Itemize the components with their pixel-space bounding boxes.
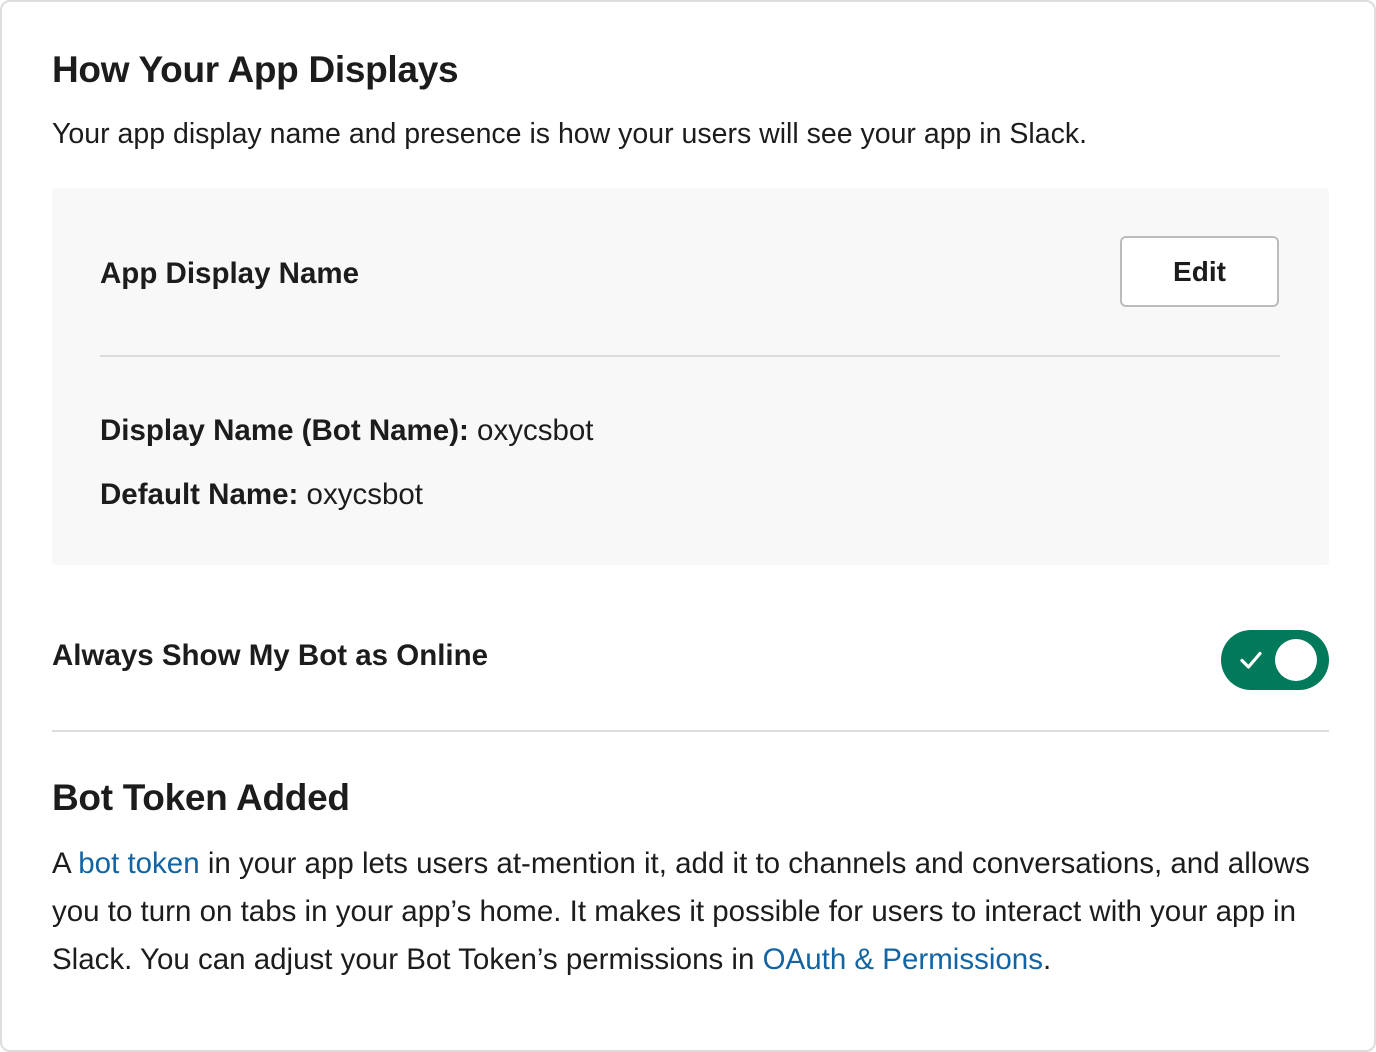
divider: [100, 355, 1280, 357]
app-display-card: How Your App Displays Your app display n…: [0, 0, 1376, 1052]
default-name-label: Default Name:: [100, 478, 299, 511]
always-online-label: Always Show My Bot as Online: [52, 639, 489, 672]
display-name-value: oxycsbot: [468, 414, 594, 447]
app-display-name-heading: App Display Name: [100, 257, 360, 290]
check-icon: [1240, 651, 1262, 669]
default-name-row: Default Name: oxycsbot: [100, 475, 423, 515]
default-name-value: oxycsbot: [298, 478, 423, 511]
bot-token-text-2: in your app lets users at-mention it, ad…: [52, 847, 1310, 976]
display-name-row: Display Name (Bot Name): oxycsbot: [100, 411, 593, 451]
edit-button[interactable]: Edit: [1120, 236, 1279, 307]
display-name-label: Display Name (Bot Name):: [100, 414, 469, 447]
section-divider: [52, 730, 1329, 732]
bot-token-text-3: .: [1042, 943, 1052, 976]
section-description: Your app display name and presence is ho…: [52, 118, 1088, 150]
section-title-how-your-app-displays: How Your App Displays: [52, 49, 459, 90]
always-online-toggle[interactable]: [1221, 630, 1329, 690]
bot-token-text-1: A: [52, 847, 79, 880]
oauth-permissions-link[interactable]: OAuth & Permissions: [763, 943, 1043, 976]
section-title-bot-token-added: Bot Token Added: [52, 777, 350, 818]
bot-token-link[interactable]: bot token: [78, 847, 199, 880]
toggle-knob: [1275, 639, 1317, 681]
app-display-name-box: App Display Name Edit Display Name (Bot …: [52, 188, 1329, 565]
bot-token-description: A bot token in your app lets users at-me…: [52, 840, 1342, 984]
